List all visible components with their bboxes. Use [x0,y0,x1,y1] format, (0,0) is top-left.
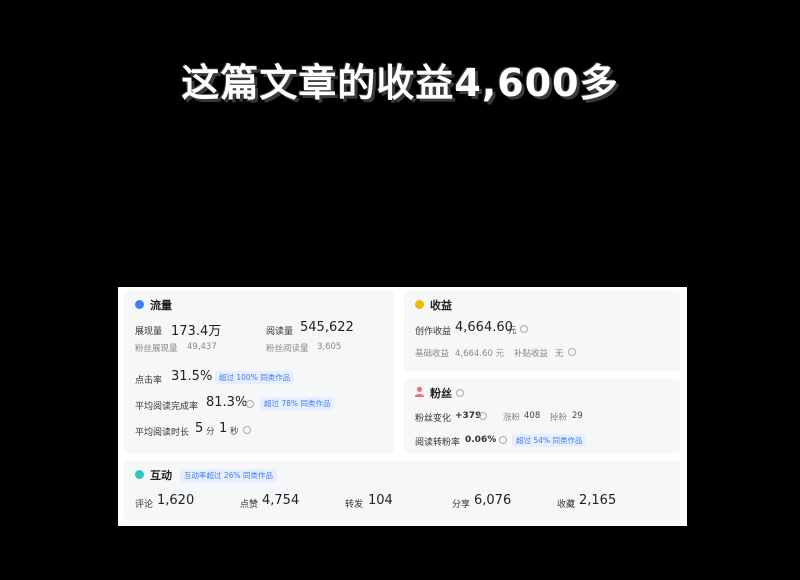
creation-income-value: 4,664.60 [455,320,513,335]
favorites-label: 收藏 [557,500,576,510]
income-icon [415,300,424,309]
comments-label: 评论 [135,500,154,510]
likes-value: 4,754 [262,493,300,508]
read-to-fan-label: 阅读转粉率 [415,438,461,448]
fans-gain-value: 408 [524,411,541,421]
fans-change-info-icon[interactable] [479,412,487,420]
fan-reads-value: 3,605 [317,342,342,352]
video-headline: 这篇文章的收益4,600多 [181,61,619,105]
traffic-title: 流量 [150,299,172,312]
fan-impressions-label: 粉丝展现量 [135,344,178,354]
ctr-value: 31.5% [171,369,213,384]
fans-info-icon[interactable] [456,389,464,397]
subsidy-income-label: 补贴收益 [514,349,549,359]
creation-income-label: 创作收益 [415,327,452,337]
fans-card: 粉丝 粉丝变化 +379 涨粉 408 掉粉 29 阅读转粉率 0.06% 超过… [404,379,680,453]
fans-gain-label: 涨粉 [503,413,521,423]
reposts-value: 104 [368,493,393,508]
base-income-label: 基础收益 [415,349,450,359]
completion-value: 81.3% [206,395,248,410]
impressions-label: 展现量 [135,327,163,337]
read-to-fan-badge: 超过 54% 同类作品 [512,434,587,447]
fans-title: 粉丝 [430,387,452,400]
read-to-fan-info-icon[interactable] [499,436,507,444]
duration-seconds-unit: 秒 [230,427,239,437]
shares-value: 6,076 [474,493,512,508]
ctr-label: 点击率 [135,376,163,386]
shares-label: 分享 [452,500,471,510]
interaction-card: 互动 互动率超过 26% 同类作品 评论 1,620 点赞 4,754 转发 1… [124,461,680,521]
base-income-value: 4,664.60 元 [455,349,505,359]
duration-seconds: 1 [219,421,228,436]
reads-label: 阅读量 [266,327,294,337]
completion-label: 平均阅读完成率 [135,402,199,412]
completion-badge: 超过 78% 同类作品 [260,397,335,410]
creation-income-unit: 元 [508,326,517,336]
fans-change-value: +379 [455,411,482,421]
fans-loss-value: 29 [572,411,583,421]
fans-change-label: 粉丝变化 [415,414,452,424]
duration-label: 平均阅读时长 [135,428,190,438]
comments-value: 1,620 [157,493,195,508]
subsidy-info-icon[interactable] [568,348,576,356]
favorites-value: 2,165 [579,493,617,508]
income-title: 收益 [430,299,452,312]
interaction-title: 互动 [150,469,172,482]
ctr-badge: 超过 100% 同类作品 [215,371,295,384]
read-to-fan-value: 0.06% [465,435,497,445]
fans-loss-label: 掉粉 [550,413,568,423]
impressions-value: 173.4万 [171,324,222,339]
income-card: 收益 创作收益 4,664.60 元 基础收益 4,664.60 元 补贴收益 … [404,291,680,371]
fans-person-icon [414,386,425,397]
subsidy-income-value: 无 [555,349,564,359]
reposts-label: 转发 [345,500,364,510]
reads-value: 545,622 [300,320,354,335]
interaction-icon [135,470,144,479]
income-info-icon[interactable] [520,325,528,333]
traffic-card: 流量 展现量 173.4万 阅读量 545,622 粉丝展现量 49,437 粉… [124,291,394,453]
duration-info-icon[interactable] [243,426,251,434]
duration-minutes-unit: 分 [206,427,215,437]
duration-minutes: 5 [195,421,204,436]
fan-reads-label: 粉丝阅读量 [266,344,309,354]
fan-impressions-value: 49,437 [187,342,217,352]
likes-label: 点赞 [240,500,259,510]
traffic-icon [135,300,144,309]
article-stats-panel: 流量 展现量 173.4万 阅读量 545,622 粉丝展现量 49,437 粉… [118,287,687,526]
interaction-badge: 互动率超过 26% 同类作品 [180,469,277,482]
completion-info-icon[interactable] [246,400,254,408]
